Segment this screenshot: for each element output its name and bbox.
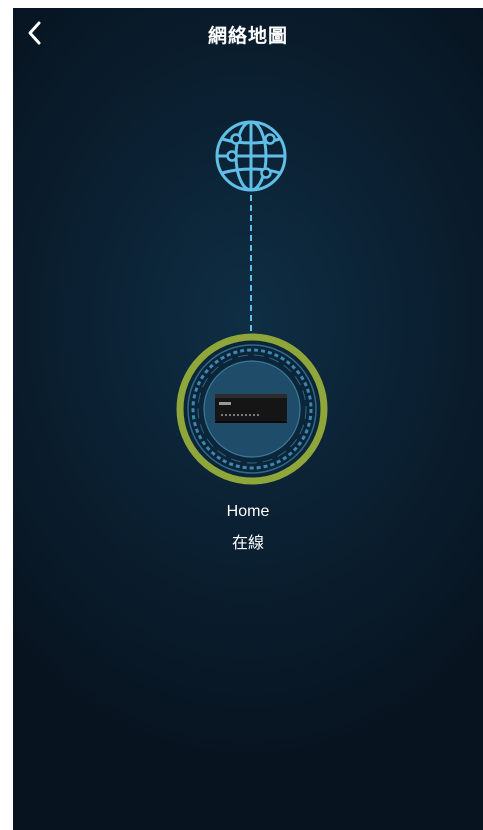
device-status-ring bbox=[176, 333, 328, 485]
connection-line bbox=[250, 195, 252, 341]
device-name: Home bbox=[226, 503, 270, 520]
device-status: 在線 bbox=[231, 533, 264, 552]
page-title: 網絡地圖 bbox=[207, 25, 288, 47]
header-bar: 網絡地圖 bbox=[13, 8, 483, 58]
internet-node[interactable] bbox=[213, 118, 289, 194]
router-icon bbox=[215, 394, 287, 423]
device-node-home[interactable] bbox=[175, 332, 329, 486]
network-map-screen: 網絡地圖 Home 在線 bbox=[13, 8, 483, 830]
globe-icon bbox=[215, 120, 287, 192]
